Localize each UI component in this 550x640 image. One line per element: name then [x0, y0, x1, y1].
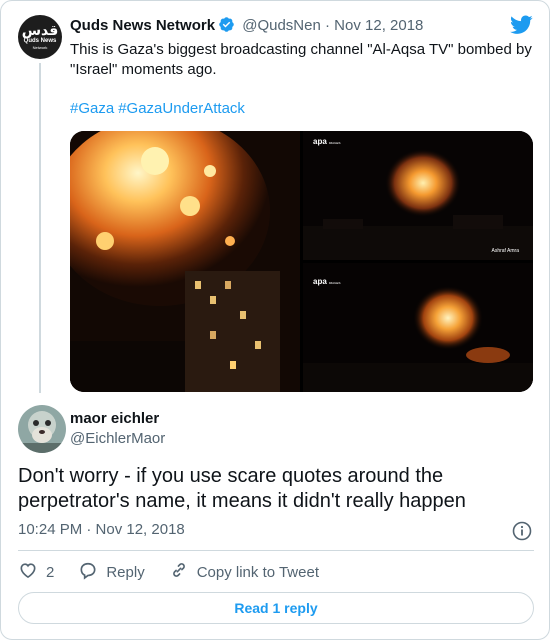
media-photo-fireball[interactable]: apa IMAGES [303, 263, 533, 392]
hashtag-link[interactable]: #GazaUnderAttack [118, 100, 245, 117]
media-photo-night-explosion[interactable]: apa IMAGES Ashraf Amra [303, 131, 533, 260]
watermark: apa IMAGES [313, 277, 341, 286]
photo-credit: Ashraf Amra [491, 248, 519, 254]
media-photo-building-explosion[interactable] [70, 131, 300, 392]
verified-badge-icon [218, 16, 235, 39]
avatar[interactable]: قدس Quds News Network [18, 15, 62, 59]
divider [18, 550, 534, 551]
hashtag-link[interactable]: #Gaza [70, 100, 114, 117]
reply-timestamp[interactable]: 10:24 PM · Nov 12, 2018 [18, 520, 185, 540]
parent-tweet-text: This is Gaza's biggest broadcasting chan… [70, 41, 532, 78]
like-button[interactable]: 2 [18, 560, 54, 584]
tweet-card: قدس Quds News Network Quds News Network … [0, 0, 550, 640]
reply-author-handle[interactable]: @EichlerMaor [70, 429, 165, 449]
reply-bubble-icon [78, 560, 106, 584]
hashtag-list: #Gaza #GazaUnderAttack [70, 99, 249, 119]
info-icon[interactable] [512, 521, 532, 546]
reply-label: Reply [106, 563, 145, 581]
avatar-logo-subtext: Quds News [23, 38, 57, 44]
parent-tweet-header: Quds News Network @QudsNen · Nov 12, 201… [70, 16, 423, 39]
copy-link-label: Copy link to Tweet [196, 563, 319, 581]
link-icon [169, 560, 197, 584]
author-handle[interactable]: @QudsNen [242, 17, 321, 34]
reply-button[interactable]: Reply [78, 560, 145, 584]
avatar-logo-text: قدس [21, 23, 59, 39]
copy-link-button[interactable]: Copy link to Tweet [169, 560, 319, 584]
media-grid: apa IMAGES Ashraf Amra apa IMAGES [70, 131, 533, 392]
avatar[interactable] [18, 405, 66, 453]
heart-icon [18, 560, 46, 584]
avatar-logo-network: Network [32, 45, 48, 50]
meta-separator: · [325, 17, 330, 34]
reply-tweet-text: Don't worry - if you use scare quotes ar… [18, 465, 466, 512]
author-name[interactable]: Quds News Network [70, 17, 215, 34]
twitter-bird-icon[interactable] [510, 15, 533, 40]
watermark: apa IMAGES [313, 137, 341, 146]
like-count: 2 [46, 563, 55, 581]
thread-line [39, 63, 41, 393]
reply-author-name[interactable]: maor eichler [70, 409, 159, 429]
read-replies-button[interactable]: Read 1 reply [18, 592, 534, 624]
tweet-date[interactable]: Nov 12, 2018 [334, 17, 423, 34]
action-bar: 2 Reply Copy link to Tweet [18, 561, 343, 583]
